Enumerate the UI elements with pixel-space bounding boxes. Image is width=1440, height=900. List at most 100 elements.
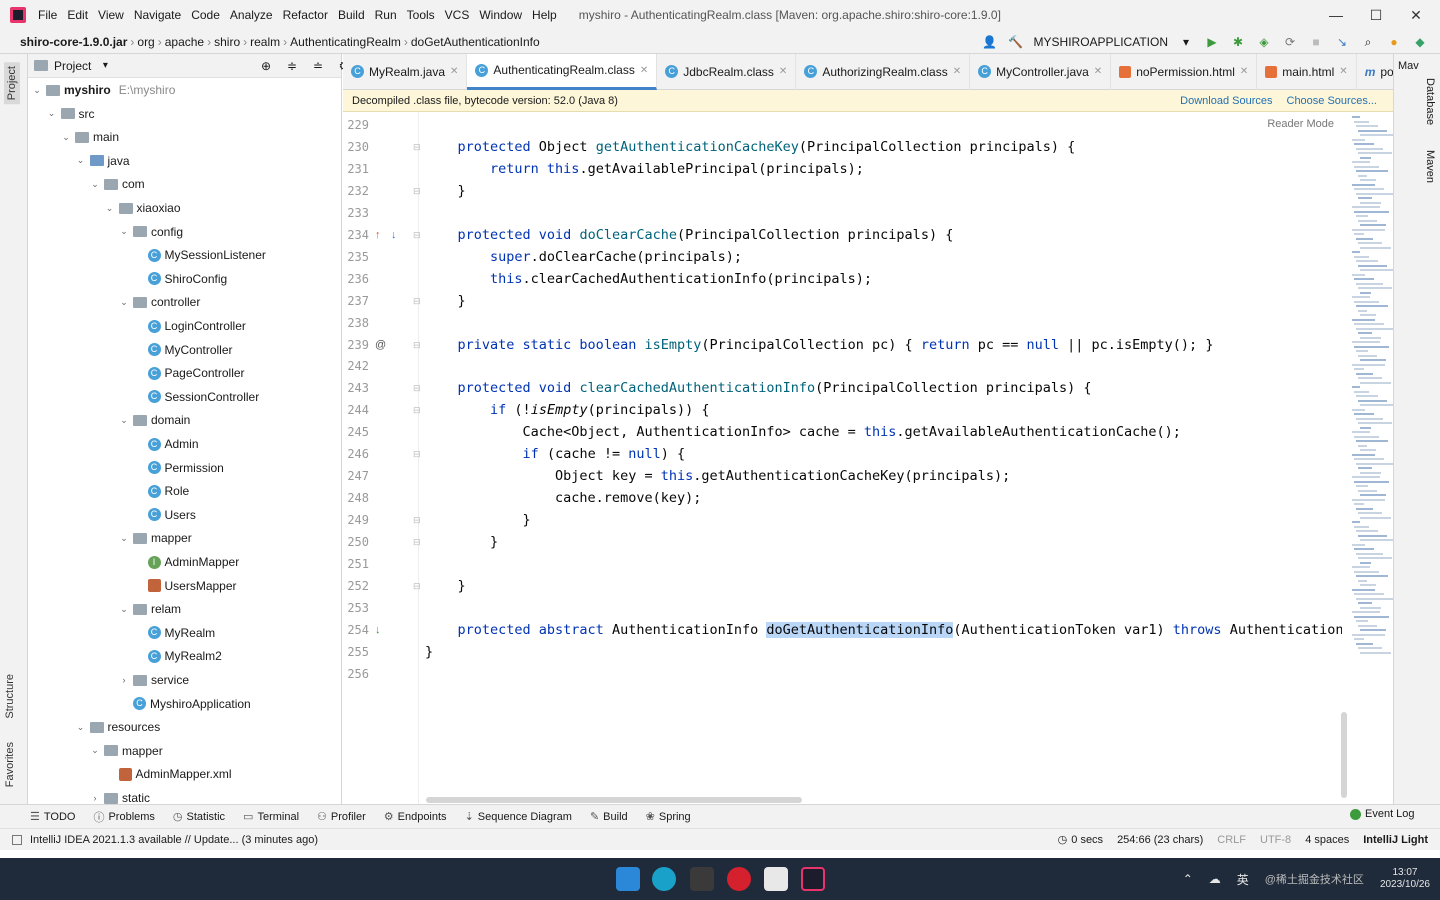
project-tool-tab[interactable]: Project	[4, 62, 20, 105]
collapse-all-icon[interactable]: ≐	[310, 58, 326, 74]
menu-item-navigate[interactable]: Navigate	[134, 8, 181, 22]
chevron-down-icon[interactable]: ⌄	[119, 533, 129, 544]
chevron-right-icon[interactable]: ›	[119, 675, 129, 685]
menu-item-view[interactable]: View	[98, 8, 124, 22]
tree-item[interactable]: ⌄ mapper	[119, 528, 191, 548]
tree-item[interactable]: C MyRealm2	[134, 646, 222, 666]
close-tab-icon[interactable]: ✕	[779, 66, 787, 77]
tool-window-sequence-diagram[interactable]: ⇣ Sequence Diagram	[465, 810, 572, 824]
run-icon[interactable]: ▶	[1204, 34, 1220, 50]
run-config-select[interactable]: MYSHIROAPPLICATION	[1034, 35, 1168, 49]
override-gutter-icon[interactable]: ↓	[391, 224, 397, 246]
breadcrumb-item[interactable]: org	[137, 35, 154, 49]
override-gutter-icon[interactable]: ↑	[375, 224, 381, 246]
annotation-gutter-icon[interactable]: @	[375, 334, 386, 356]
tree-item[interactable]: ⌄ myshiro E:\myshiro	[32, 80, 175, 100]
editor-tab[interactable]: main.html ✕	[1257, 53, 1357, 90]
expand-all-icon[interactable]: ≑	[284, 58, 300, 74]
code-editor[interactable]: protected Object getAuthenticationCacheK…	[420, 112, 1342, 804]
tool-window-spring[interactable]: ❀ Spring	[646, 810, 691, 824]
breadcrumb-item[interactable]: shiro-core-1.9.0.jar	[20, 35, 127, 49]
tree-item[interactable]: C SessionController	[134, 387, 259, 407]
close-tab-icon[interactable]: ✕	[450, 66, 458, 77]
tree-item[interactable]: ⌄ mapper	[90, 741, 162, 761]
app-icon[interactable]	[690, 867, 714, 891]
chevron-down-icon[interactable]: ⌄	[119, 415, 129, 426]
tool-window-profiler[interactable]: ⚇ Profiler	[317, 810, 366, 824]
tree-item[interactable]: ⌄ domain	[119, 410, 190, 430]
intention-bulb-icon[interactable]: 💡	[420, 619, 423, 641]
menu-item-file[interactable]: File	[38, 8, 57, 22]
editor-tab[interactable]: C JdbcRealm.class ✕	[657, 53, 797, 90]
close-tab-icon[interactable]: ✕	[953, 66, 961, 77]
cloud-icon[interactable]: ☁	[1209, 872, 1221, 886]
chevron-down-icon[interactable]: ⌄	[119, 226, 129, 237]
tree-item[interactable]: C PageController	[134, 363, 245, 383]
choose-sources-link[interactable]: Choose Sources...	[1287, 95, 1378, 107]
editor-tab[interactable]: C MyRealm.java ✕	[343, 53, 468, 90]
chevron-down-icon[interactable]: ⌄	[119, 297, 129, 308]
tree-item[interactable]: C Users	[134, 505, 196, 525]
tree-item[interactable]: ⌄ xiaoxiao	[105, 198, 181, 218]
close-tab-icon[interactable]: ✕	[640, 65, 648, 76]
chevron-down-icon[interactable]: ⌄	[90, 179, 100, 190]
stop-icon[interactable]: ■	[1308, 34, 1324, 50]
editor-tab[interactable]: C AuthorizingRealm.class ✕	[796, 53, 971, 90]
close-tab-icon[interactable]: ✕	[1240, 66, 1248, 77]
tree-item[interactable]: C ShiroConfig	[134, 269, 227, 289]
theme-name[interactable]: IntelliJ Light	[1363, 834, 1428, 846]
tool-window-problems[interactable]: ⓘ Problems	[93, 809, 154, 825]
close-tab-icon[interactable]: ✕	[1094, 66, 1102, 77]
chevron-down-icon[interactable]: ⌄	[47, 108, 57, 119]
status-message[interactable]: IntelliJ IDEA 2021.1.3 available // Upda…	[30, 834, 318, 846]
tree-item[interactable]: ⌄ controller	[119, 292, 200, 312]
code-minimap[interactable]	[1348, 112, 1396, 804]
windows-start-icon[interactable]	[616, 867, 640, 891]
tree-item[interactable]: ⌄ relam	[119, 599, 181, 619]
tree-item[interactable]: C Permission	[134, 458, 224, 478]
chevron-down-icon[interactable]: ⌄	[119, 604, 129, 615]
chevron-down-icon[interactable]: ⌄	[76, 155, 86, 166]
vertical-scrollbar[interactable]	[1341, 712, 1347, 798]
tree-item[interactable]: ⌄ config	[119, 222, 183, 242]
file-encoding[interactable]: UTF-8	[1260, 834, 1291, 846]
tree-item[interactable]: C Role	[134, 481, 189, 501]
update-icon[interactable]: ●	[1386, 34, 1402, 50]
menu-item-refactor[interactable]: Refactor	[283, 8, 328, 22]
search-icon[interactable]: ⌕	[1360, 34, 1376, 50]
profile-icon[interactable]: ⟳	[1282, 34, 1298, 50]
tree-item[interactable]: C Admin	[134, 434, 199, 454]
maximize-icon[interactable]: ☐	[1356, 0, 1396, 30]
tool-window-endpoints[interactable]: ⚙ Endpoints	[384, 810, 447, 824]
coverage-icon[interactable]: ◈	[1256, 34, 1272, 50]
breadcrumb-item[interactable]: apache	[165, 35, 204, 49]
plugin-icon[interactable]: ◆	[1412, 34, 1428, 50]
chevron-down-icon[interactable]: ⌄	[76, 722, 86, 733]
tree-item[interactable]: C LoginController	[134, 316, 246, 336]
menu-item-code[interactable]: Code	[191, 8, 220, 22]
override-gutter-icon[interactable]: ↓	[375, 619, 381, 641]
menu-item-tools[interactable]: Tools	[407, 8, 435, 22]
chevron-right-icon[interactable]: ›	[90, 793, 100, 803]
favorites-tool-tab[interactable]: Favorites	[4, 742, 16, 787]
menu-item-run[interactable]: Run	[375, 8, 397, 22]
edge-browser-icon[interactable]	[652, 867, 676, 891]
hammer-icon[interactable]: 🔨	[1008, 34, 1024, 50]
breadcrumb-item[interactable]: doGetAuthenticationInfo	[411, 35, 540, 49]
tree-item[interactable]: AdminMapper.xml	[105, 764, 232, 784]
tree-item[interactable]: ⌄ com	[90, 174, 144, 194]
tree-item[interactable]: ⌄ src	[47, 104, 95, 124]
chevron-down-icon[interactable]: ⌄	[90, 745, 100, 756]
breadcrumb-item[interactable]: realm	[250, 35, 280, 49]
tool-window-statistic[interactable]: ◷ Statistic	[173, 810, 225, 824]
database-tool-tab[interactable]: Database	[1424, 78, 1436, 125]
reader-mode-toggle[interactable]: Reader Mode	[1267, 118, 1334, 130]
tool-window-todo[interactable]: ☰ TODO	[30, 810, 75, 824]
netease-music-icon[interactable]	[727, 867, 751, 891]
editor-tab[interactable]: C AuthenticatingRealm.class ✕	[467, 53, 658, 90]
debug-icon[interactable]: ✱	[1230, 34, 1246, 50]
menu-item-analyze[interactable]: Analyze	[230, 8, 273, 22]
chevron-down-icon[interactable]: ⌄	[61, 132, 71, 143]
tree-item[interactable]: UsersMapper	[134, 576, 237, 596]
close-icon[interactable]: ✕	[1396, 0, 1436, 30]
